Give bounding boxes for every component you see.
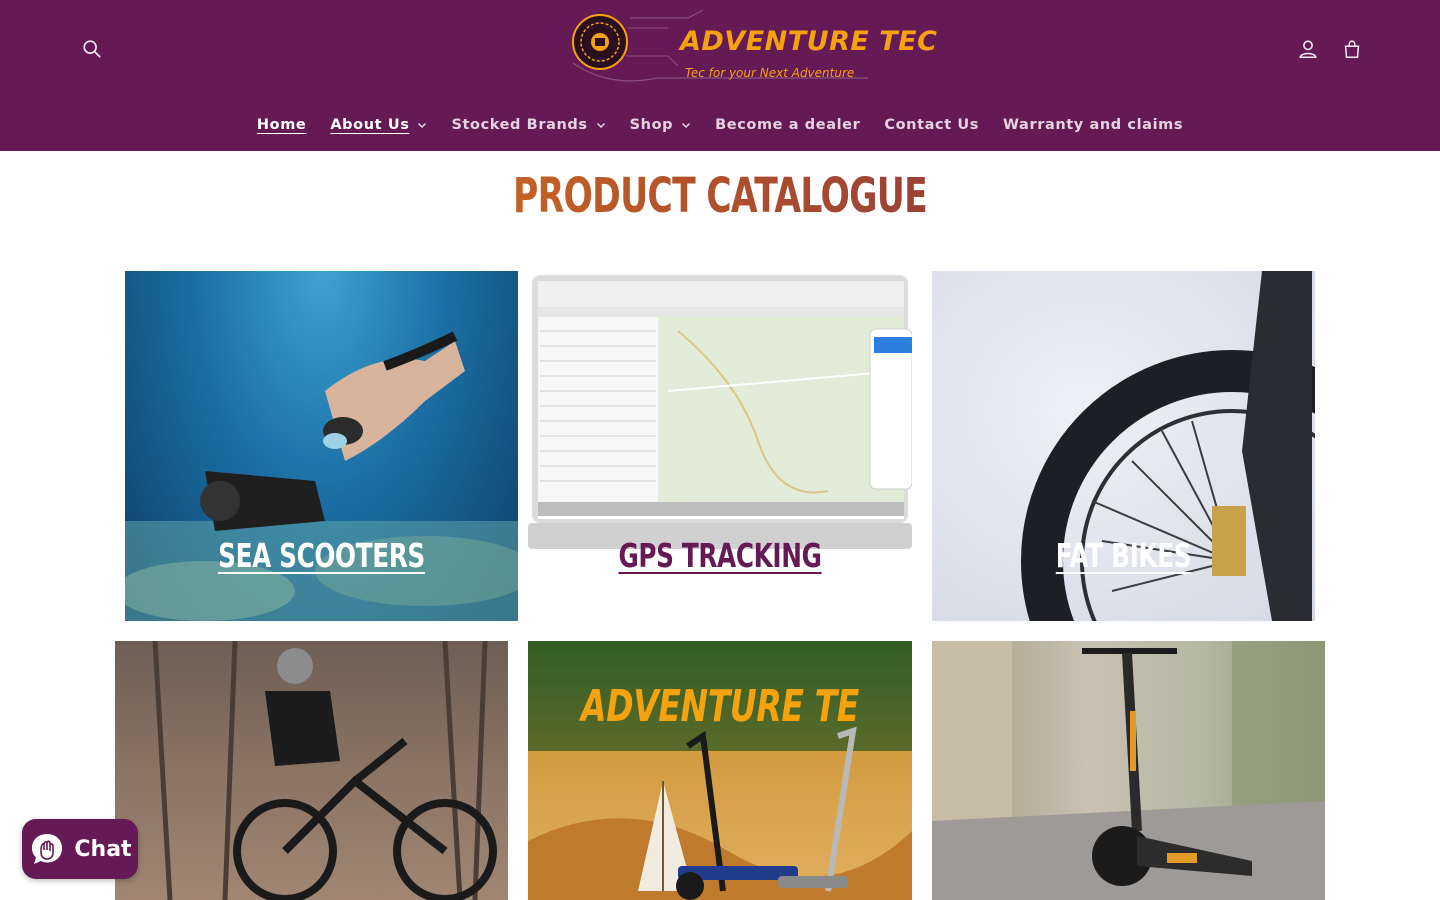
search-button[interactable]: [77, 34, 107, 64]
nav-item-shop[interactable]: Shop: [618, 117, 704, 133]
search-icon: [83, 40, 101, 58]
scooter-poster-image: [528, 641, 912, 900]
category-tile-electric-scooters[interactable]: ADVENTURE TE: [528, 641, 912, 900]
nav-item-label: Home: [256, 117, 307, 133]
nav-item-about-us[interactable]: About Us: [318, 117, 439, 133]
nav-item-home[interactable]: Home: [245, 117, 318, 133]
cart-icon: [1344, 40, 1360, 59]
nav-item-warranty-and-claims[interactable]: Warranty and claims: [991, 117, 1195, 133]
category-tile-mountain-ebike[interactable]: [115, 641, 508, 900]
chevron-down-icon: [596, 122, 605, 129]
tile-label[interactable]: SEA SCOOTERS: [174, 536, 469, 575]
chevron-down-icon: [418, 122, 427, 129]
account-icon: [1299, 40, 1317, 59]
nav-item-label: Become a dealer: [715, 117, 861, 133]
category-tile-fat-bikes[interactable]: FAT BIKES: [932, 271, 1315, 621]
chat-label: Chat: [74, 836, 132, 862]
tile-label[interactable]: ADVENTURE TE: [576, 681, 864, 732]
nav-item-become-a-dealer[interactable]: Become a dealer: [703, 117, 872, 133]
chat-bubble-icon: [32, 834, 63, 864]
tile-label[interactable]: FAT BIKES: [980, 536, 1267, 575]
site-logo[interactable]: ADVENTURE TEC Tec for your Next Adventur…: [568, 8, 937, 90]
mountain-bike-image: [152, 641, 497, 900]
logo-tagline: Tec for your Next Adventure: [685, 66, 855, 80]
nav-item-label: Warranty and claims: [1002, 117, 1184, 133]
chat-button[interactable]: Chat: [22, 819, 138, 879]
logo-wordmark: ADVENTURE TEC: [680, 26, 938, 57]
main-navigation: Home About Us Stocked Brands Shop Become…: [0, 107, 1440, 143]
category-tile-sea-scooters[interactable]: SEA SCOOTERS: [125, 271, 518, 621]
tile-label[interactable]: GPS TRACKING: [576, 536, 864, 575]
page-title: PRODUCT CATALOGUE: [202, 168, 1239, 224]
kick-scooter-image: [932, 641, 1325, 900]
chevron-down-icon: [682, 122, 691, 129]
nav-item-label: Stocked Brands: [451, 117, 588, 133]
category-tile-gps-tracking[interactable]: GPS TRACKING: [528, 271, 912, 621]
category-tile-kick-scooters[interactable]: [932, 641, 1325, 900]
nav-item-label: Contact Us: [884, 117, 979, 133]
nav-item-label: Shop: [629, 117, 674, 133]
cart-button[interactable]: [1337, 34, 1367, 64]
nav-item-label: About Us: [330, 117, 410, 133]
site-header: ADVENTURE TEC Tec for your Next Adventur…: [0, 0, 1440, 151]
account-button[interactable]: [1293, 34, 1323, 64]
nav-item-stocked-brands[interactable]: Stocked Brands: [439, 117, 617, 133]
nav-item-contact-us[interactable]: Contact Us: [872, 117, 991, 133]
